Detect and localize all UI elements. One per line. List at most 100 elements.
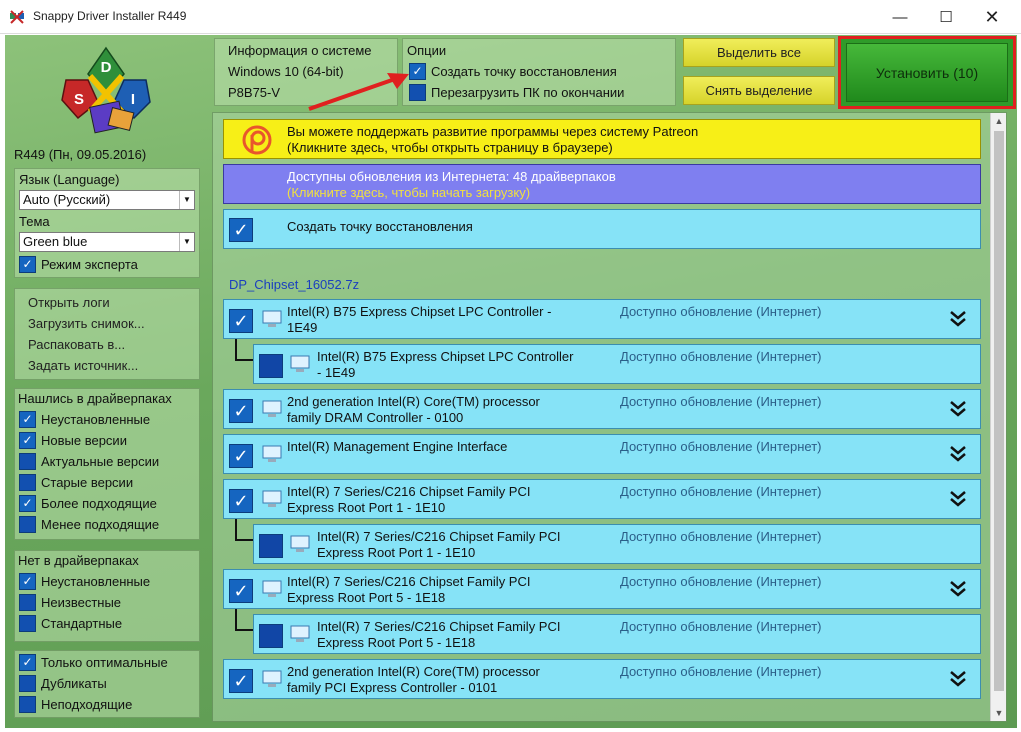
driver-status: Доступно обновление (Интернет) bbox=[620, 664, 822, 679]
filter-old-versions-checkbox[interactable]: ✓ bbox=[19, 474, 36, 491]
list-scrollbar[interactable]: ▲ ▼ bbox=[990, 113, 1006, 721]
missing-filters-title: Нет в драйверпаках bbox=[18, 553, 139, 568]
driver-name-2: family DRAM Controller - 0100 bbox=[287, 410, 464, 425]
minimize-button[interactable]: — bbox=[877, 0, 923, 34]
logo-letter-i: I bbox=[131, 91, 135, 108]
driver-checkbox[interactable]: ✓ bbox=[259, 534, 283, 558]
duplicates-checkbox[interactable]: ✓ bbox=[19, 675, 36, 692]
driver-checkbox[interactable]: ✓ bbox=[259, 354, 283, 378]
driver-row[interactable]: ✓ Intel(R) B75 Express Chipset LPC Contr… bbox=[223, 299, 981, 339]
driver-name: Intel(R) B75 Express Chipset LPC Control… bbox=[317, 349, 574, 364]
updates-banner[interactable]: Доступны обновления из Интернета: 48 дра… bbox=[223, 164, 981, 204]
driver-list: Вы можете поддержать развитие программы … bbox=[212, 112, 1007, 722]
device-monitor-icon bbox=[262, 445, 282, 462]
close-button[interactable]: ✕ bbox=[969, 0, 1015, 34]
found-filters-title: Нашлись в драйверпаках bbox=[18, 391, 172, 406]
actions-menu: Открыть логи Загрузить снимок... Распако… bbox=[14, 288, 200, 380]
driver-status: Доступно обновление (Интернет) bbox=[620, 484, 822, 499]
app-icon bbox=[10, 10, 24, 24]
chevron-double-down-icon[interactable] bbox=[948, 443, 968, 463]
device-monitor-icon bbox=[290, 625, 310, 642]
driver-status: Доступно обновление (Интернет) bbox=[620, 394, 822, 409]
driver-row[interactable]: ✓ Intel(R) 7 Series/C216 Chipset Family … bbox=[223, 569, 981, 609]
driver-status: Доступно обновление (Интернет) bbox=[620, 304, 822, 319]
filter-new-versions-checkbox[interactable]: ✓ bbox=[19, 432, 36, 449]
filter-label: Стандартные bbox=[41, 616, 123, 631]
driver-checkbox[interactable]: ✓ bbox=[229, 309, 253, 333]
only-optimal-checkbox[interactable]: ✓ bbox=[19, 654, 36, 671]
driver-status: Доступно обновление (Интернет) bbox=[620, 529, 822, 544]
unsuitable-checkbox[interactable]: ✓ bbox=[19, 696, 36, 713]
device-monitor-icon bbox=[262, 490, 282, 507]
filter-label: Неподходящие bbox=[41, 697, 133, 712]
driver-row[interactable]: ✓ Intel(R) Management Engine Interface Д… bbox=[223, 434, 981, 474]
maximize-button[interactable]: ☐ bbox=[923, 0, 969, 34]
filter-label: Неустановленные bbox=[41, 412, 151, 427]
scroll-down-icon[interactable]: ▼ bbox=[991, 705, 1007, 721]
chevron-double-down-icon[interactable] bbox=[948, 398, 968, 418]
found-filters-panel: Нашлись в драйверпаках ✓ Неустановленные… bbox=[14, 388, 200, 540]
restore-point-row-checkbox[interactable]: ✓ bbox=[229, 218, 253, 242]
expert-mode-checkbox[interactable]: ✓ bbox=[19, 256, 36, 273]
filter-label: Более подходящие bbox=[41, 496, 157, 511]
driver-child-row[interactable]: ✓ Intel(R) 7 Series/C216 Chipset Family … bbox=[253, 614, 981, 654]
missing-standard-checkbox[interactable]: ✓ bbox=[19, 615, 36, 632]
set-source-link[interactable]: Задать источник... bbox=[28, 358, 138, 373]
window-title: Snappy Driver Installer R449 bbox=[33, 9, 187, 23]
chevron-double-down-icon[interactable] bbox=[948, 668, 968, 688]
patreon-banner[interactable]: Вы можете поддержать развитие программы … bbox=[223, 119, 981, 159]
filter-label: Неустановленные bbox=[41, 574, 151, 589]
driver-checkbox[interactable]: ✓ bbox=[229, 399, 253, 423]
patreon-icon bbox=[242, 125, 272, 155]
missing-not-installed-checkbox[interactable]: ✓ bbox=[19, 573, 36, 590]
filter-worse-match-checkbox[interactable]: ✓ bbox=[19, 516, 36, 533]
driver-name: Intel(R) 7 Series/C216 Chipset Family PC… bbox=[287, 574, 531, 589]
driver-row[interactable]: ✓ 2nd generation Intel(R) Core(TM) proce… bbox=[223, 659, 981, 699]
device-monitor-icon bbox=[262, 580, 282, 597]
options-panel: Опции ✓ Создать точку восстановления ✓ П… bbox=[402, 38, 676, 106]
scrollbar-thumb[interactable] bbox=[994, 131, 1004, 691]
chevron-double-down-icon[interactable] bbox=[948, 488, 968, 508]
logo-letter-s: S bbox=[74, 91, 84, 108]
updates-line2: (Кликните здесь, чтобы начать загрузку) bbox=[287, 185, 531, 200]
driver-checkbox[interactable]: ✓ bbox=[229, 444, 253, 468]
language-select[interactable]: Auto (Русский) ▼ bbox=[19, 190, 195, 210]
theme-select[interactable]: Green blue ▼ bbox=[19, 232, 195, 252]
open-logs-link[interactable]: Открыть логи bbox=[28, 295, 110, 310]
logo-letter-d: D bbox=[101, 59, 112, 76]
chevron-double-down-icon[interactable] bbox=[948, 578, 968, 598]
driver-name: Intel(R) 7 Series/C216 Chipset Family PC… bbox=[317, 619, 561, 634]
select-all-button[interactable]: Выделить все bbox=[683, 38, 835, 67]
install-highlight-frame: Установить (10) bbox=[838, 36, 1016, 109]
driver-checkbox[interactable]: ✓ bbox=[229, 489, 253, 513]
driver-checkbox[interactable]: ✓ bbox=[259, 624, 283, 648]
driver-name: 2nd generation Intel(R) Core(TM) process… bbox=[287, 394, 540, 409]
driver-child-row[interactable]: ✓ Intel(R) B75 Express Chipset LPC Contr… bbox=[253, 344, 981, 384]
version-label: R449 (Пн, 09.05.2016) bbox=[14, 147, 147, 162]
board-label: P8B75-V bbox=[228, 85, 281, 100]
main-window: D S I R449 (Пн, 09.05.2016) Язык (Langua… bbox=[5, 35, 1017, 728]
language-value: Auto (Русский) bbox=[23, 192, 111, 207]
driver-checkbox[interactable]: ✓ bbox=[229, 669, 253, 693]
driver-row[interactable]: ✓ Intel(R) 7 Series/C216 Chipset Family … bbox=[223, 479, 981, 519]
driver-name: 2nd generation Intel(R) Core(TM) process… bbox=[287, 664, 540, 679]
chevron-double-down-icon[interactable] bbox=[948, 308, 968, 328]
filter-better-match-checkbox[interactable]: ✓ bbox=[19, 495, 36, 512]
extract-to-link[interactable]: Распаковать в... bbox=[28, 337, 125, 352]
driver-status: Доступно обновление (Интернет) bbox=[620, 574, 822, 589]
scroll-up-icon[interactable]: ▲ bbox=[991, 113, 1007, 129]
driver-child-row[interactable]: ✓ Intel(R) 7 Series/C216 Chipset Family … bbox=[253, 524, 981, 564]
restore-point-row-label: Создать точку восстановления bbox=[287, 219, 473, 234]
driver-name-2: family PCI Express Controller - 0101 bbox=[287, 680, 498, 695]
driver-row[interactable]: ✓ 2nd generation Intel(R) Core(TM) proce… bbox=[223, 389, 981, 429]
reboot-option-label: Перезагрузить ПК по окончании bbox=[431, 85, 625, 100]
restore-point-row[interactable]: ✓ Создать точку восстановления bbox=[223, 209, 981, 249]
filter-current-versions-checkbox[interactable]: ✓ bbox=[19, 453, 36, 470]
missing-unknown-checkbox[interactable]: ✓ bbox=[19, 594, 36, 611]
driver-checkbox[interactable]: ✓ bbox=[229, 579, 253, 603]
deselect-button[interactable]: Снять выделение bbox=[683, 76, 835, 105]
filter-not-installed-checkbox[interactable]: ✓ bbox=[19, 411, 36, 428]
chevron-down-icon: ▼ bbox=[179, 191, 194, 209]
install-button[interactable]: Установить (10) bbox=[846, 43, 1008, 102]
load-snapshot-link[interactable]: Загрузить снимок... bbox=[28, 316, 145, 331]
